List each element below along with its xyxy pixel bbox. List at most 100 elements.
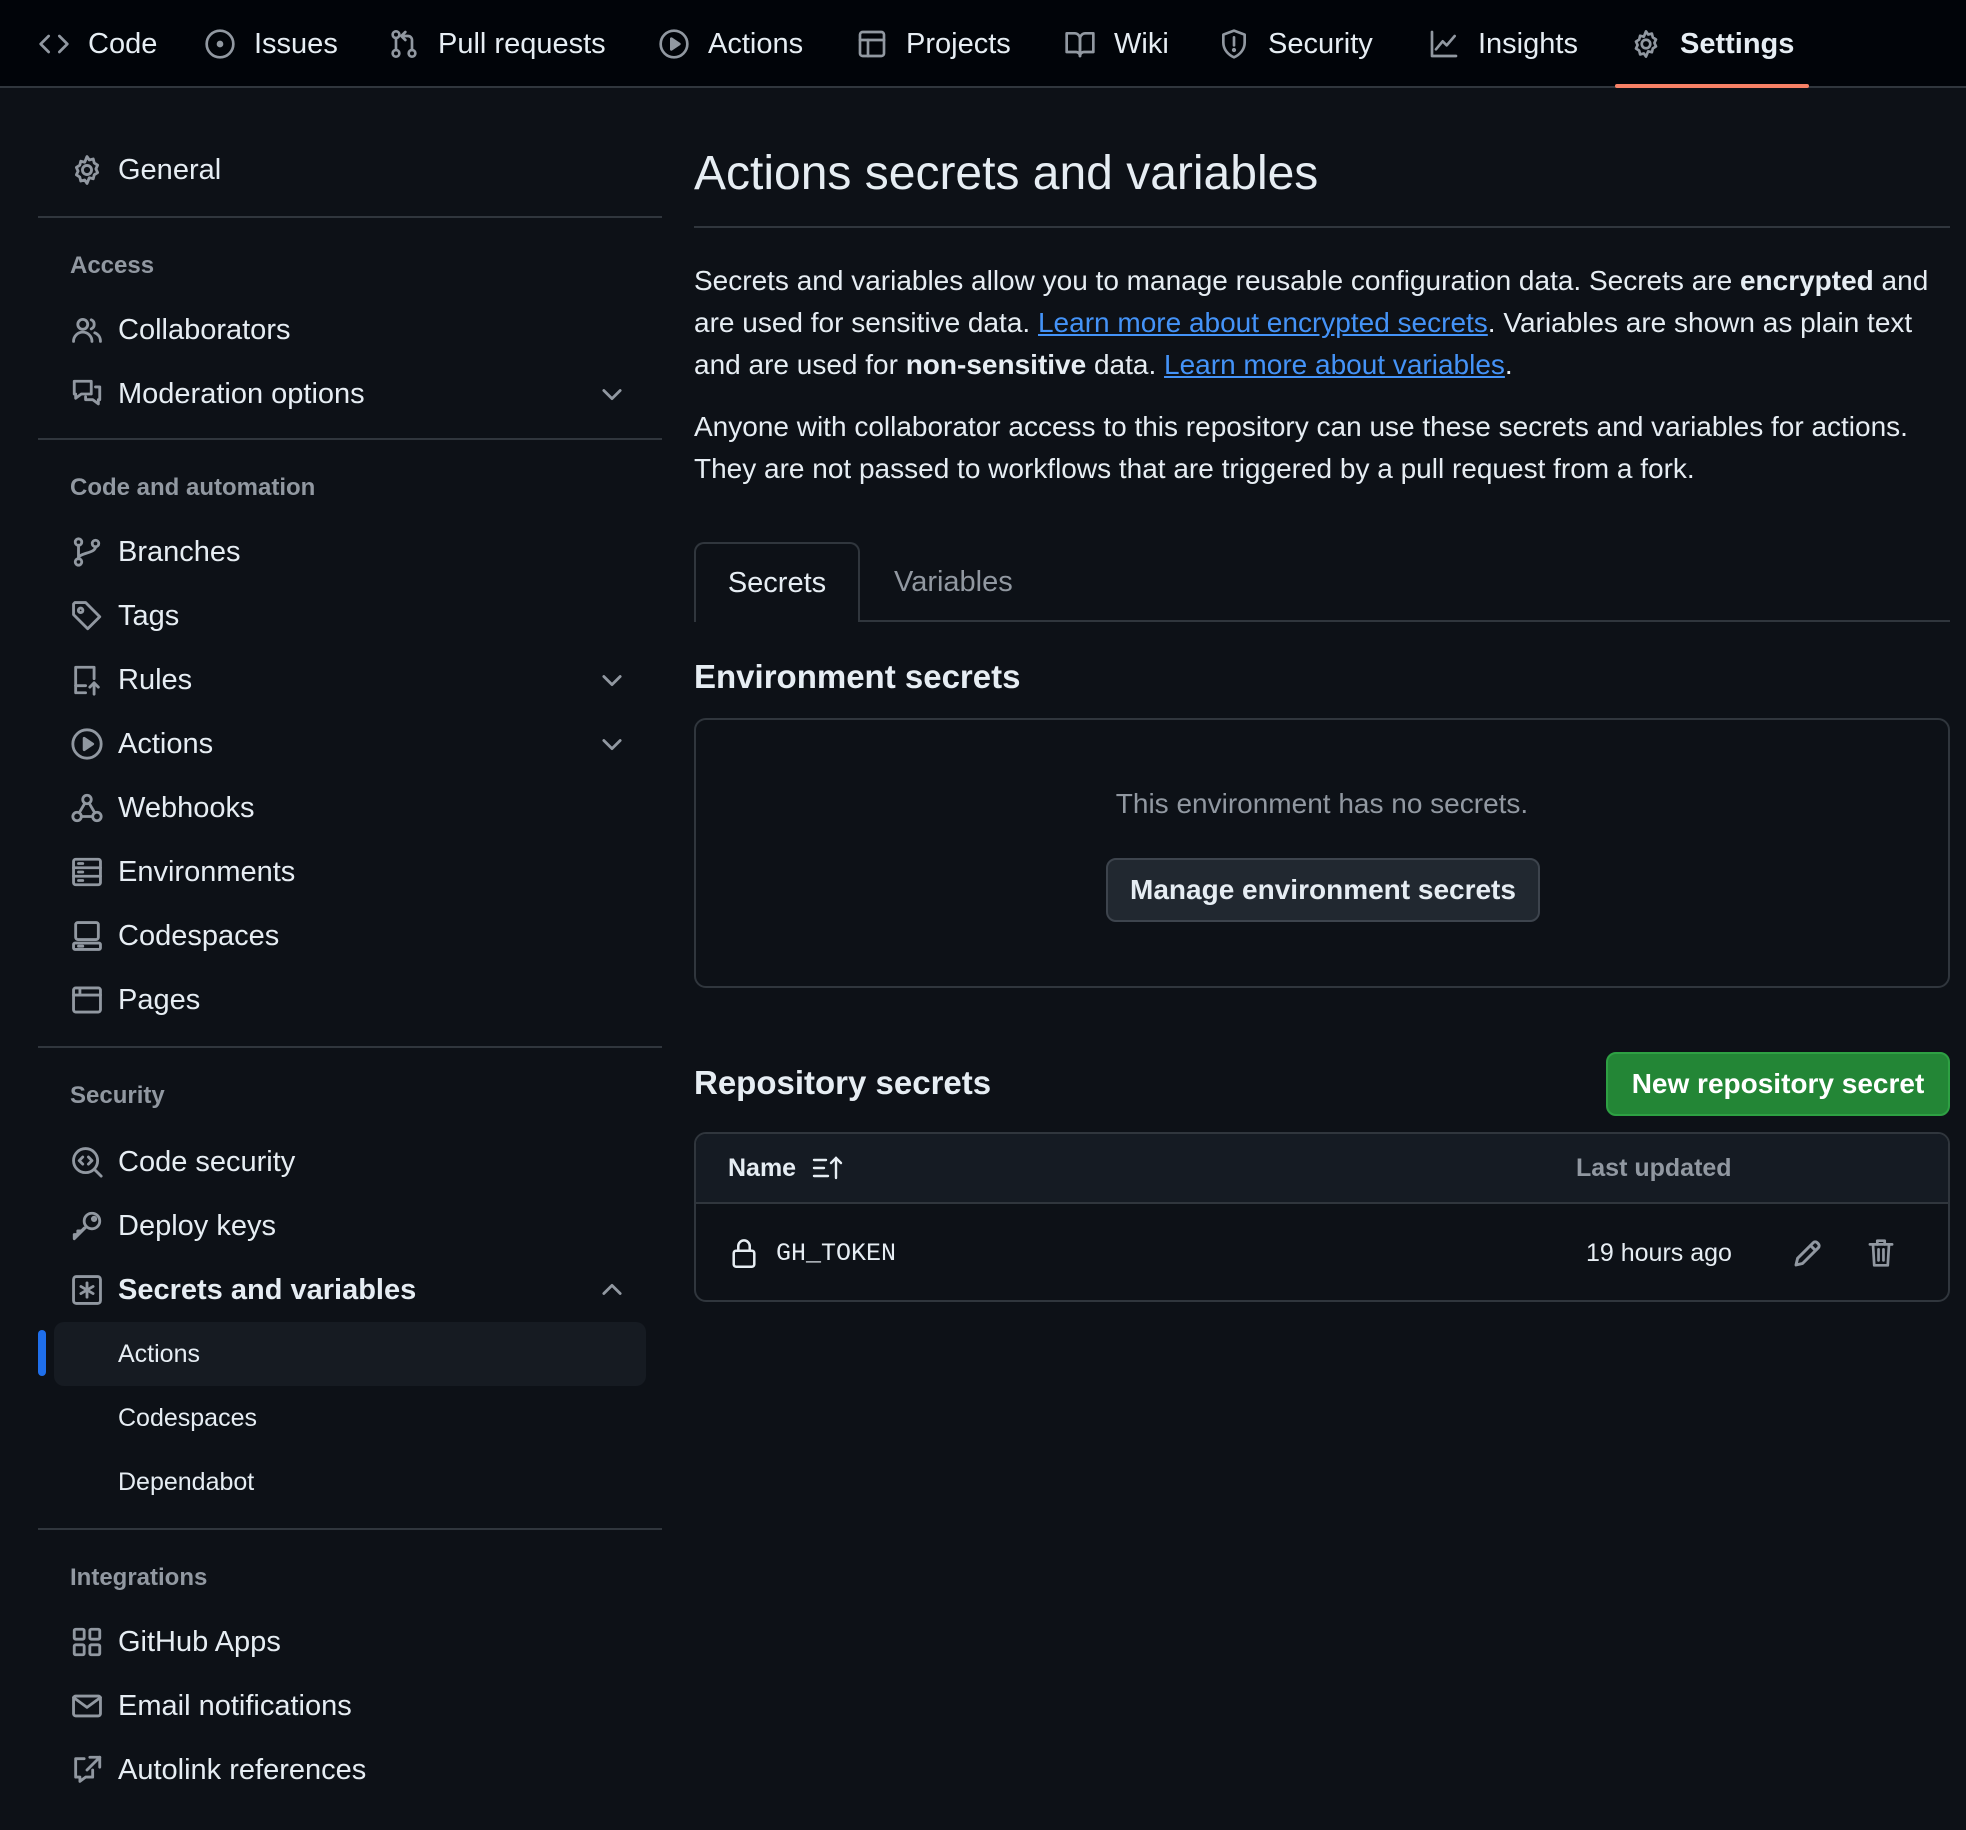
- sidebar-item-email-notifications[interactable]: Email notifications: [38, 1678, 662, 1734]
- sidebar-item-tags[interactable]: Tags: [38, 588, 662, 644]
- sidebar-item-label: Codespaces: [118, 919, 280, 952]
- graph-icon: [1430, 30, 1458, 58]
- sidebar-item-github-apps[interactable]: GitHub Apps: [38, 1614, 662, 1670]
- mail-icon: [70, 1689, 104, 1723]
- tab-label: Settings: [1680, 27, 1795, 60]
- tab-label: Issues: [254, 27, 338, 60]
- repository-secrets-heading: Repository secrets: [694, 1064, 992, 1101]
- sidebar-item-autolink[interactable]: Autolink references: [38, 1742, 662, 1798]
- sidebar-item-environments[interactable]: Environments: [38, 844, 662, 900]
- delete-secret-button[interactable]: [1866, 1204, 1896, 1300]
- repository-secrets-table: Name Last updated GH_TOKEN 19 hours ago: [694, 1132, 1950, 1302]
- gear-icon: [70, 153, 104, 187]
- text-bold: encrypted: [1739, 265, 1874, 296]
- empty-state-message: This environment has no secrets.: [1115, 788, 1529, 819]
- access-paragraph: Anyone with collaborator access to this …: [694, 411, 1908, 484]
- chevron-down-icon[interactable]: [598, 666, 626, 694]
- tab-insights[interactable]: Insights: [1428, 0, 1578, 88]
- webhook-icon: [70, 791, 104, 825]
- sort-ascending-icon[interactable]: [812, 1154, 844, 1182]
- sidebar-item-code-security[interactable]: Code security: [38, 1134, 662, 1190]
- table-header: Name Last updated: [696, 1134, 1948, 1204]
- column-label: Name: [728, 1153, 797, 1182]
- sidebar-item-label: General: [118, 153, 222, 186]
- tag-icon: [70, 599, 104, 633]
- sidebar-subitem-codespaces[interactable]: Codespaces: [54, 1386, 646, 1450]
- sidebar-item-collaborators[interactable]: Collaborators: [38, 302, 662, 358]
- sidebar-item-label: Deploy keys: [118, 1209, 276, 1242]
- tab-label: Projects: [906, 27, 1011, 60]
- lock-icon: [730, 1204, 758, 1300]
- sidebar-item-webhooks[interactable]: Webhooks: [38, 780, 662, 836]
- sidebar-item-secrets-variables[interactable]: Secrets and variables: [38, 1262, 662, 1318]
- sidebar-item-label: Branches: [118, 535, 241, 568]
- chevron-down-icon[interactable]: [598, 380, 626, 408]
- secret-name: GH_TOKEN: [776, 1238, 897, 1268]
- sidebar-item-pages[interactable]: Pages: [38, 972, 662, 1028]
- chevron-up-icon[interactable]: [598, 1276, 626, 1304]
- sidebar-item-label: Codespaces: [118, 1403, 257, 1432]
- section-heading-security: Security: [70, 1082, 165, 1109]
- sidebar-item-label: Code security: [118, 1145, 296, 1178]
- text: data.: [1086, 349, 1165, 380]
- divider: [38, 1046, 662, 1048]
- sidebar-subitem-dependabot[interactable]: Dependabot: [54, 1450, 646, 1514]
- sidebar-item-label: Dependabot: [118, 1467, 255, 1496]
- tab-issues[interactable]: Issues: [204, 0, 338, 88]
- tab-pull-requests[interactable]: Pull requests: [388, 0, 606, 88]
- server-icon: [70, 855, 104, 889]
- sidebar-item-label: GitHub Apps: [118, 1625, 281, 1658]
- sidebar-item-general[interactable]: General: [38, 142, 662, 198]
- sidebar-subitem-actions[interactable]: Actions: [54, 1322, 646, 1386]
- new-repository-secret-button[interactable]: New repository secret: [1606, 1052, 1950, 1116]
- tab-label: Code: [88, 27, 158, 60]
- learn-more-variables-link[interactable]: Learn more about variables: [1164, 349, 1505, 380]
- codescan-icon: [70, 1145, 104, 1179]
- sidebar-item-label: Actions: [118, 727, 214, 760]
- sidebar-item-deploy-keys[interactable]: Deploy keys: [38, 1198, 662, 1254]
- column-header-name[interactable]: Name: [728, 1134, 844, 1202]
- divider: [694, 226, 1950, 228]
- trash-icon: [1866, 1237, 1896, 1269]
- text-bold: non-sensitive: [905, 349, 1087, 380]
- section-heading-access: Access: [70, 252, 155, 279]
- button-label: Manage environment secrets: [1130, 874, 1516, 905]
- sidebar-item-rules[interactable]: Rules: [38, 652, 662, 708]
- tab-variables[interactable]: Variables: [894, 542, 1013, 622]
- manage-environment-secrets-button[interactable]: Manage environment secrets: [1106, 858, 1540, 922]
- tab-wiki[interactable]: Wiki: [1064, 0, 1169, 88]
- key-icon: [70, 1209, 104, 1243]
- sidebar-item-label: Rules: [118, 663, 193, 696]
- text: Secrets and variables allow you to manag…: [694, 265, 1740, 296]
- sidebar-item-actions[interactable]: Actions: [38, 716, 662, 772]
- section-heading-code-automation: Code and automation: [70, 474, 316, 501]
- sidebar-item-moderation[interactable]: Moderation options: [38, 366, 662, 422]
- sidebar-item-label: Email notifications: [118, 1689, 352, 1722]
- tab-security[interactable]: Security: [1218, 0, 1373, 88]
- edit-secret-button[interactable]: [1792, 1204, 1824, 1300]
- sidebar-item-codespaces[interactable]: Codespaces: [38, 908, 662, 964]
- chevron-down-icon[interactable]: [598, 730, 626, 758]
- tab-label: Wiki: [1114, 27, 1169, 60]
- divider: [694, 620, 1950, 622]
- secrets-variables-tabs: Secrets Variables: [694, 542, 1950, 622]
- shield-icon: [1222, 29, 1246, 59]
- secret-last-updated: 19 hours ago: [1586, 1238, 1732, 1267]
- sidebar-item-label: Collaborators: [118, 313, 291, 346]
- sidebar-item-label: Tags: [118, 599, 180, 632]
- divider: [38, 216, 662, 218]
- tab-secrets[interactable]: Secrets: [694, 542, 860, 622]
- sidebar-item-label: Autolink references: [118, 1753, 367, 1786]
- page-title: Actions secrets and variables: [694, 147, 1319, 200]
- tab-code[interactable]: Code: [38, 0, 157, 88]
- sidebar-item-branches[interactable]: Branches: [38, 524, 662, 580]
- codespaces-icon: [70, 919, 104, 953]
- tab-actions[interactable]: Actions: [658, 0, 803, 88]
- tab-settings[interactable]: Settings: [1614, 0, 1810, 88]
- learn-more-secrets-link[interactable]: Learn more about encrypted secrets: [1038, 307, 1488, 338]
- apps-icon: [70, 1625, 104, 1659]
- gear-icon: [1634, 30, 1658, 58]
- divider: [38, 1528, 662, 1530]
- text: .: [1504, 349, 1513, 380]
- tab-projects[interactable]: Projects: [856, 0, 1011, 88]
